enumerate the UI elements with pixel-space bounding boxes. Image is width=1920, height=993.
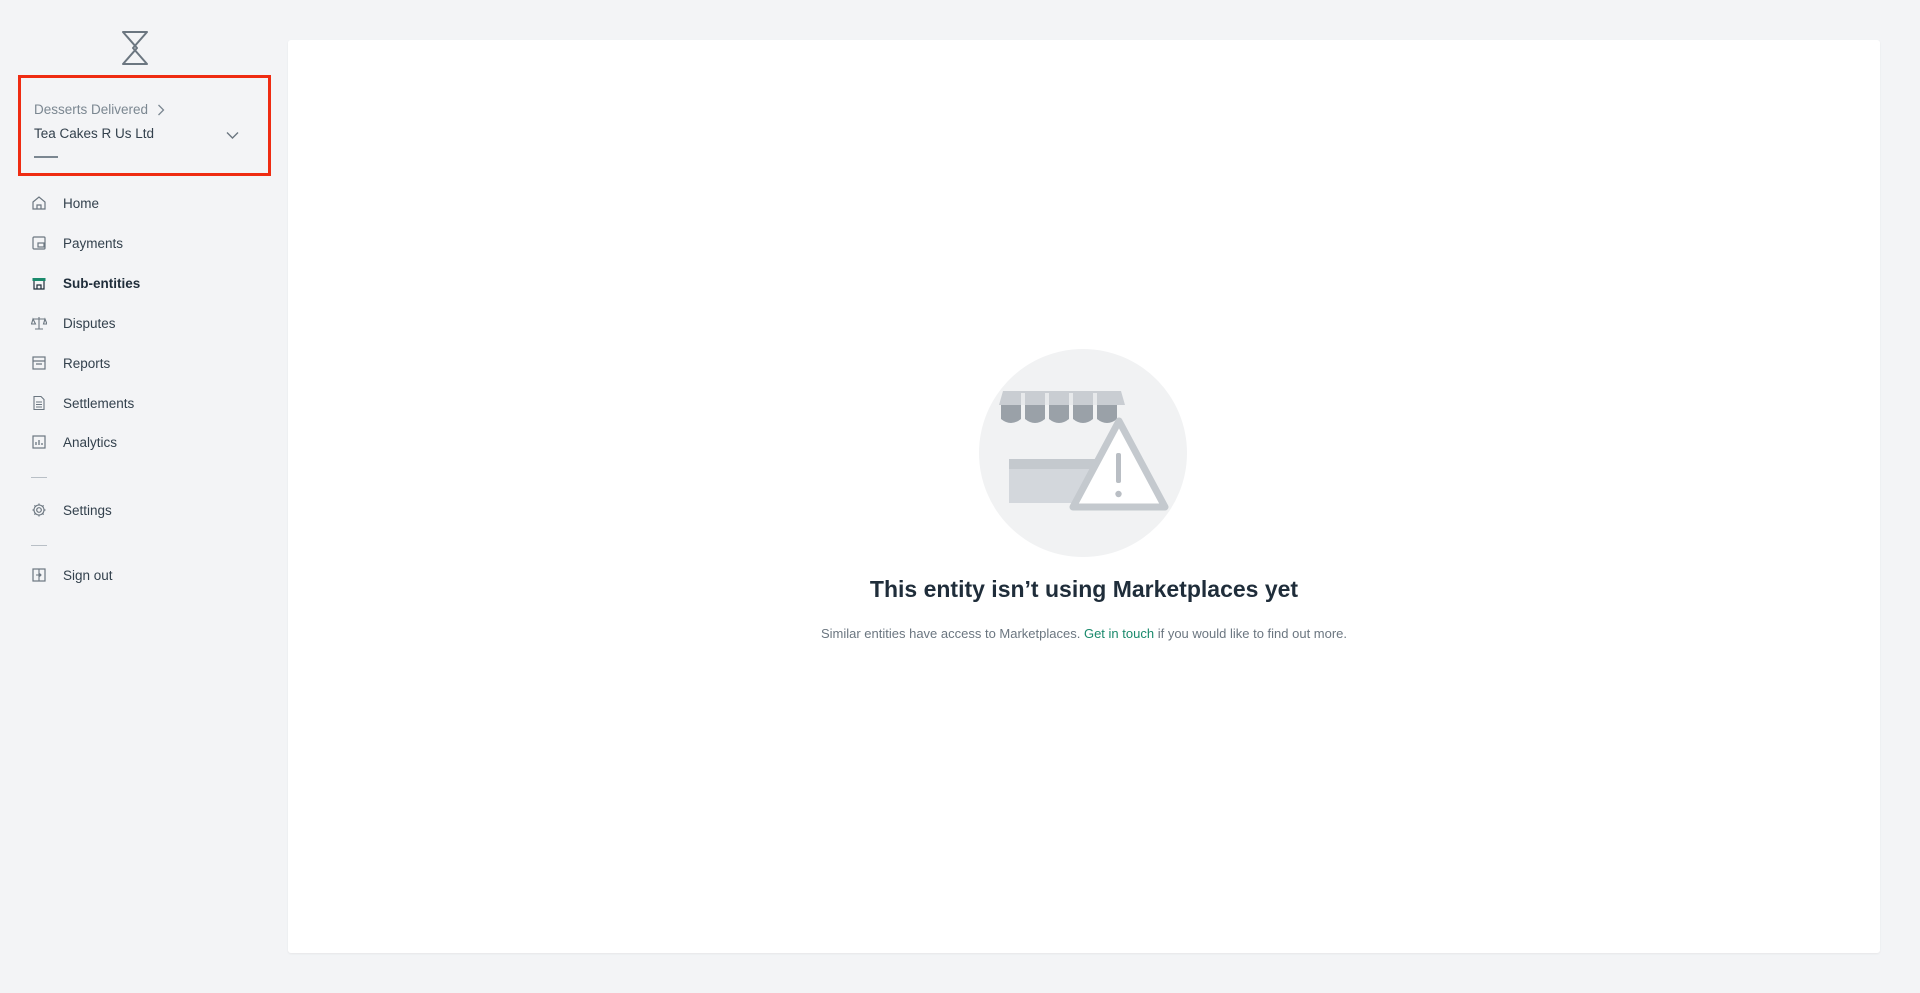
nav-label: Reports (63, 355, 111, 371)
empty-desc-before: Similar entities have access to Marketpl… (820, 626, 1081, 641)
nav-label: Payments (63, 235, 124, 251)
nav-divider (31, 477, 47, 478)
nav-item-home[interactable]: Home (31, 191, 99, 215)
nav-item-reports[interactable]: Reports (31, 351, 110, 375)
analytics-icon (32, 435, 46, 449)
chevron-right-icon (158, 104, 165, 115)
entity-underline (34, 156, 58, 158)
nav-label: Home (63, 195, 100, 211)
empty-desc-after: if you would like to find out more. (1157, 626, 1348, 641)
current-entity-name: Tea Cakes R Us Ltd (34, 126, 155, 141)
nav-item-sub-entities[interactable]: Sub-entities (31, 271, 140, 295)
nav-item-payments[interactable]: Payments (31, 231, 123, 255)
nav-divider (31, 545, 47, 546)
nav-item-analytics[interactable]: Analytics (31, 430, 117, 454)
get-in-touch-link[interactable]: Get in touch (1084, 626, 1154, 641)
logo-icon[interactable] (119, 30, 153, 66)
nav-item-disputes[interactable]: Disputes (31, 311, 116, 335)
reports-icon (32, 356, 46, 370)
sidebar: Desserts Delivered Tea Cakes R Us Ltd Ho… (0, 0, 288, 993)
nav-label: Disputes (63, 315, 116, 331)
nav-label: Sign out (63, 567, 113, 583)
nav-label: Settings (63, 502, 112, 518)
document-icon (33, 395, 45, 411)
store-warning-illustration (979, 349, 1187, 557)
entity-switcher[interactable]: Desserts Delivered Tea Cakes R Us Ltd (18, 75, 271, 176)
nav-label: Settlements (63, 395, 135, 411)
parent-entity-breadcrumb[interactable]: Desserts Delivered (34, 102, 165, 117)
parent-entity-label: Desserts Delivered (34, 102, 149, 117)
payments-icon (32, 236, 46, 250)
sign-out-icon (32, 568, 46, 582)
empty-state-title: This entity isn’t using Marketplaces yet (869, 576, 1299, 602)
empty-state-description: Similar entities have access to Marketpl… (288, 626, 1880, 641)
nav-item-settlements[interactable]: Settlements (31, 391, 134, 415)
nav-item-settings[interactable]: Settings (31, 498, 112, 522)
scales-icon (31, 317, 47, 330)
nav-label: Analytics (63, 434, 118, 450)
nav-item-sign-out[interactable]: Sign out (31, 563, 113, 587)
nav-label: Sub-entities (63, 275, 141, 291)
main-content: This entity isn’t using Marketplaces yet… (288, 40, 1880, 953)
chevron-down-icon[interactable] (226, 131, 239, 140)
store-icon (32, 278, 46, 290)
home-icon (32, 196, 46, 210)
gear-icon (32, 503, 46, 517)
